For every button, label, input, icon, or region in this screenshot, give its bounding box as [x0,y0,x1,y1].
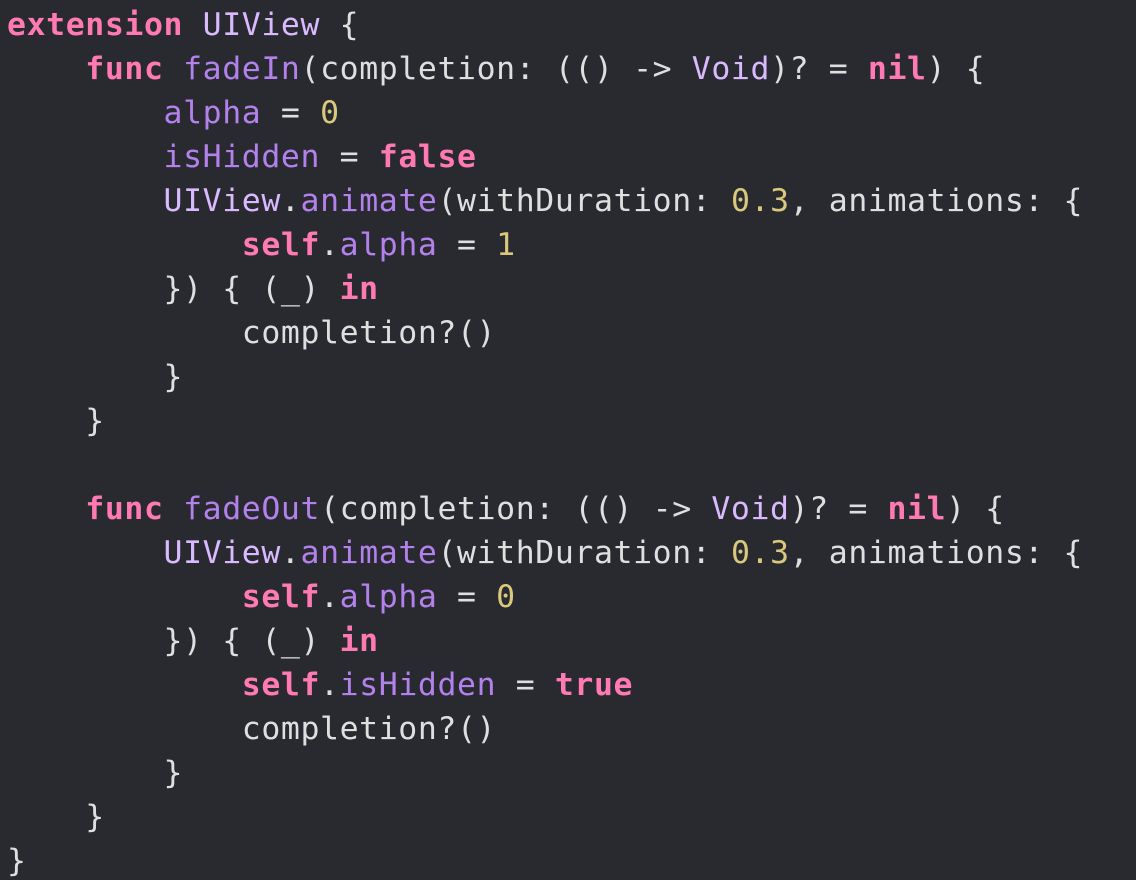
plain-token: }) { (_) [7,623,340,659]
plain-token: = [437,227,497,263]
code-line: alpha = 0 [0,91,1136,135]
code-line: extension UIView { [0,3,1136,47]
keyword-token: in [339,271,379,307]
plain-token: ) { [946,491,1005,527]
code-line: func fadeOut(completion: (() -> Void)? =… [0,487,1136,531]
plain-token: } [7,843,27,879]
type-token: UIView [163,183,281,219]
keyword-token: extension [7,7,184,43]
plain-token: = [320,139,379,175]
plain-token: } [7,755,184,791]
code-line: UIView.animate(withDuration: 0.3, animat… [0,531,1136,575]
number-token: 0 [496,579,516,615]
plain-token: (withDuration: [437,183,731,219]
plain-token: )? = [789,491,888,527]
keyword-token: func [85,51,164,87]
plain-token: { [320,7,360,43]
type-token: Void [691,51,771,87]
plain-token: = [437,579,497,615]
plain-token: , animations: { [789,183,1084,219]
type-token: Void [711,491,790,527]
plain-token: }) { (_) [7,271,340,307]
number-token: 0.3 [730,183,790,219]
property-token: alpha [339,227,438,263]
code-line: self.isHidden = true [0,663,1136,707]
property-token: isHidden [339,667,497,703]
keyword-token: self [241,579,321,615]
code-editor[interactable]: extension UIView { func fadeIn(completio… [0,0,1136,880]
plain-token: . [320,227,340,263]
type-token: UIView [163,535,281,571]
property-token: alpha [339,579,438,615]
function-token: fadeIn [183,51,301,87]
keyword-token: nil [887,491,947,527]
plain-token: } [7,403,105,439]
plain-token: )? = [770,51,868,87]
code-line: } [0,839,1136,880]
number-token: 0 [320,95,340,131]
code-line: } [0,355,1136,399]
keyword-token: true [554,667,634,703]
code-line: } [0,795,1136,839]
plain-token: = [261,95,321,131]
number-token: 1 [496,227,516,263]
plain-token: completion?() [7,711,497,747]
property-token: isHidden [163,139,321,175]
keyword-token: false [378,139,477,175]
plain-token: = [496,667,555,703]
keyword-token: func [85,491,164,527]
plain-token: } [7,799,105,835]
function-token: fadeOut [183,491,321,527]
property-token: alpha [163,95,262,131]
code-line: self.alpha = 0 [0,575,1136,619]
plain-token: , animations: { [789,535,1084,571]
type-token: UIView [202,7,321,43]
plain-token: . [280,183,301,219]
plain-token: . [280,535,301,571]
function-token: animate [300,535,438,571]
code-line: isHidden = false [0,135,1136,179]
plain-token: . [320,579,340,615]
plain-token: (withDuration: [437,535,731,571]
plain-token: } [7,359,184,395]
code-line: completion?() [0,311,1136,355]
code-line: self.alpha = 1 [0,223,1136,267]
plain-token: (completion: (() -> [300,51,692,87]
plain-token: completion?() [7,315,497,351]
keyword-token: self [241,667,321,703]
code-line: completion?() [0,707,1136,751]
code-line: func fadeIn(completion: (() -> Void)? = … [0,47,1136,91]
code-line: } [0,751,1136,795]
code-line: }) { (_) in [0,267,1136,311]
code-line: UIView.animate(withDuration: 0.3, animat… [0,179,1136,223]
function-token: animate [300,183,438,219]
keyword-token: self [241,227,321,263]
keyword-token: in [339,623,379,659]
keyword-token: nil [867,51,927,87]
code-line: }) { (_) in [0,619,1136,663]
plain-token: . [320,667,340,703]
plain-token: (completion: (() -> [320,491,712,527]
code-line: } [0,399,1136,443]
plain-token: ) { [926,51,986,87]
number-token: 0.3 [730,535,790,571]
